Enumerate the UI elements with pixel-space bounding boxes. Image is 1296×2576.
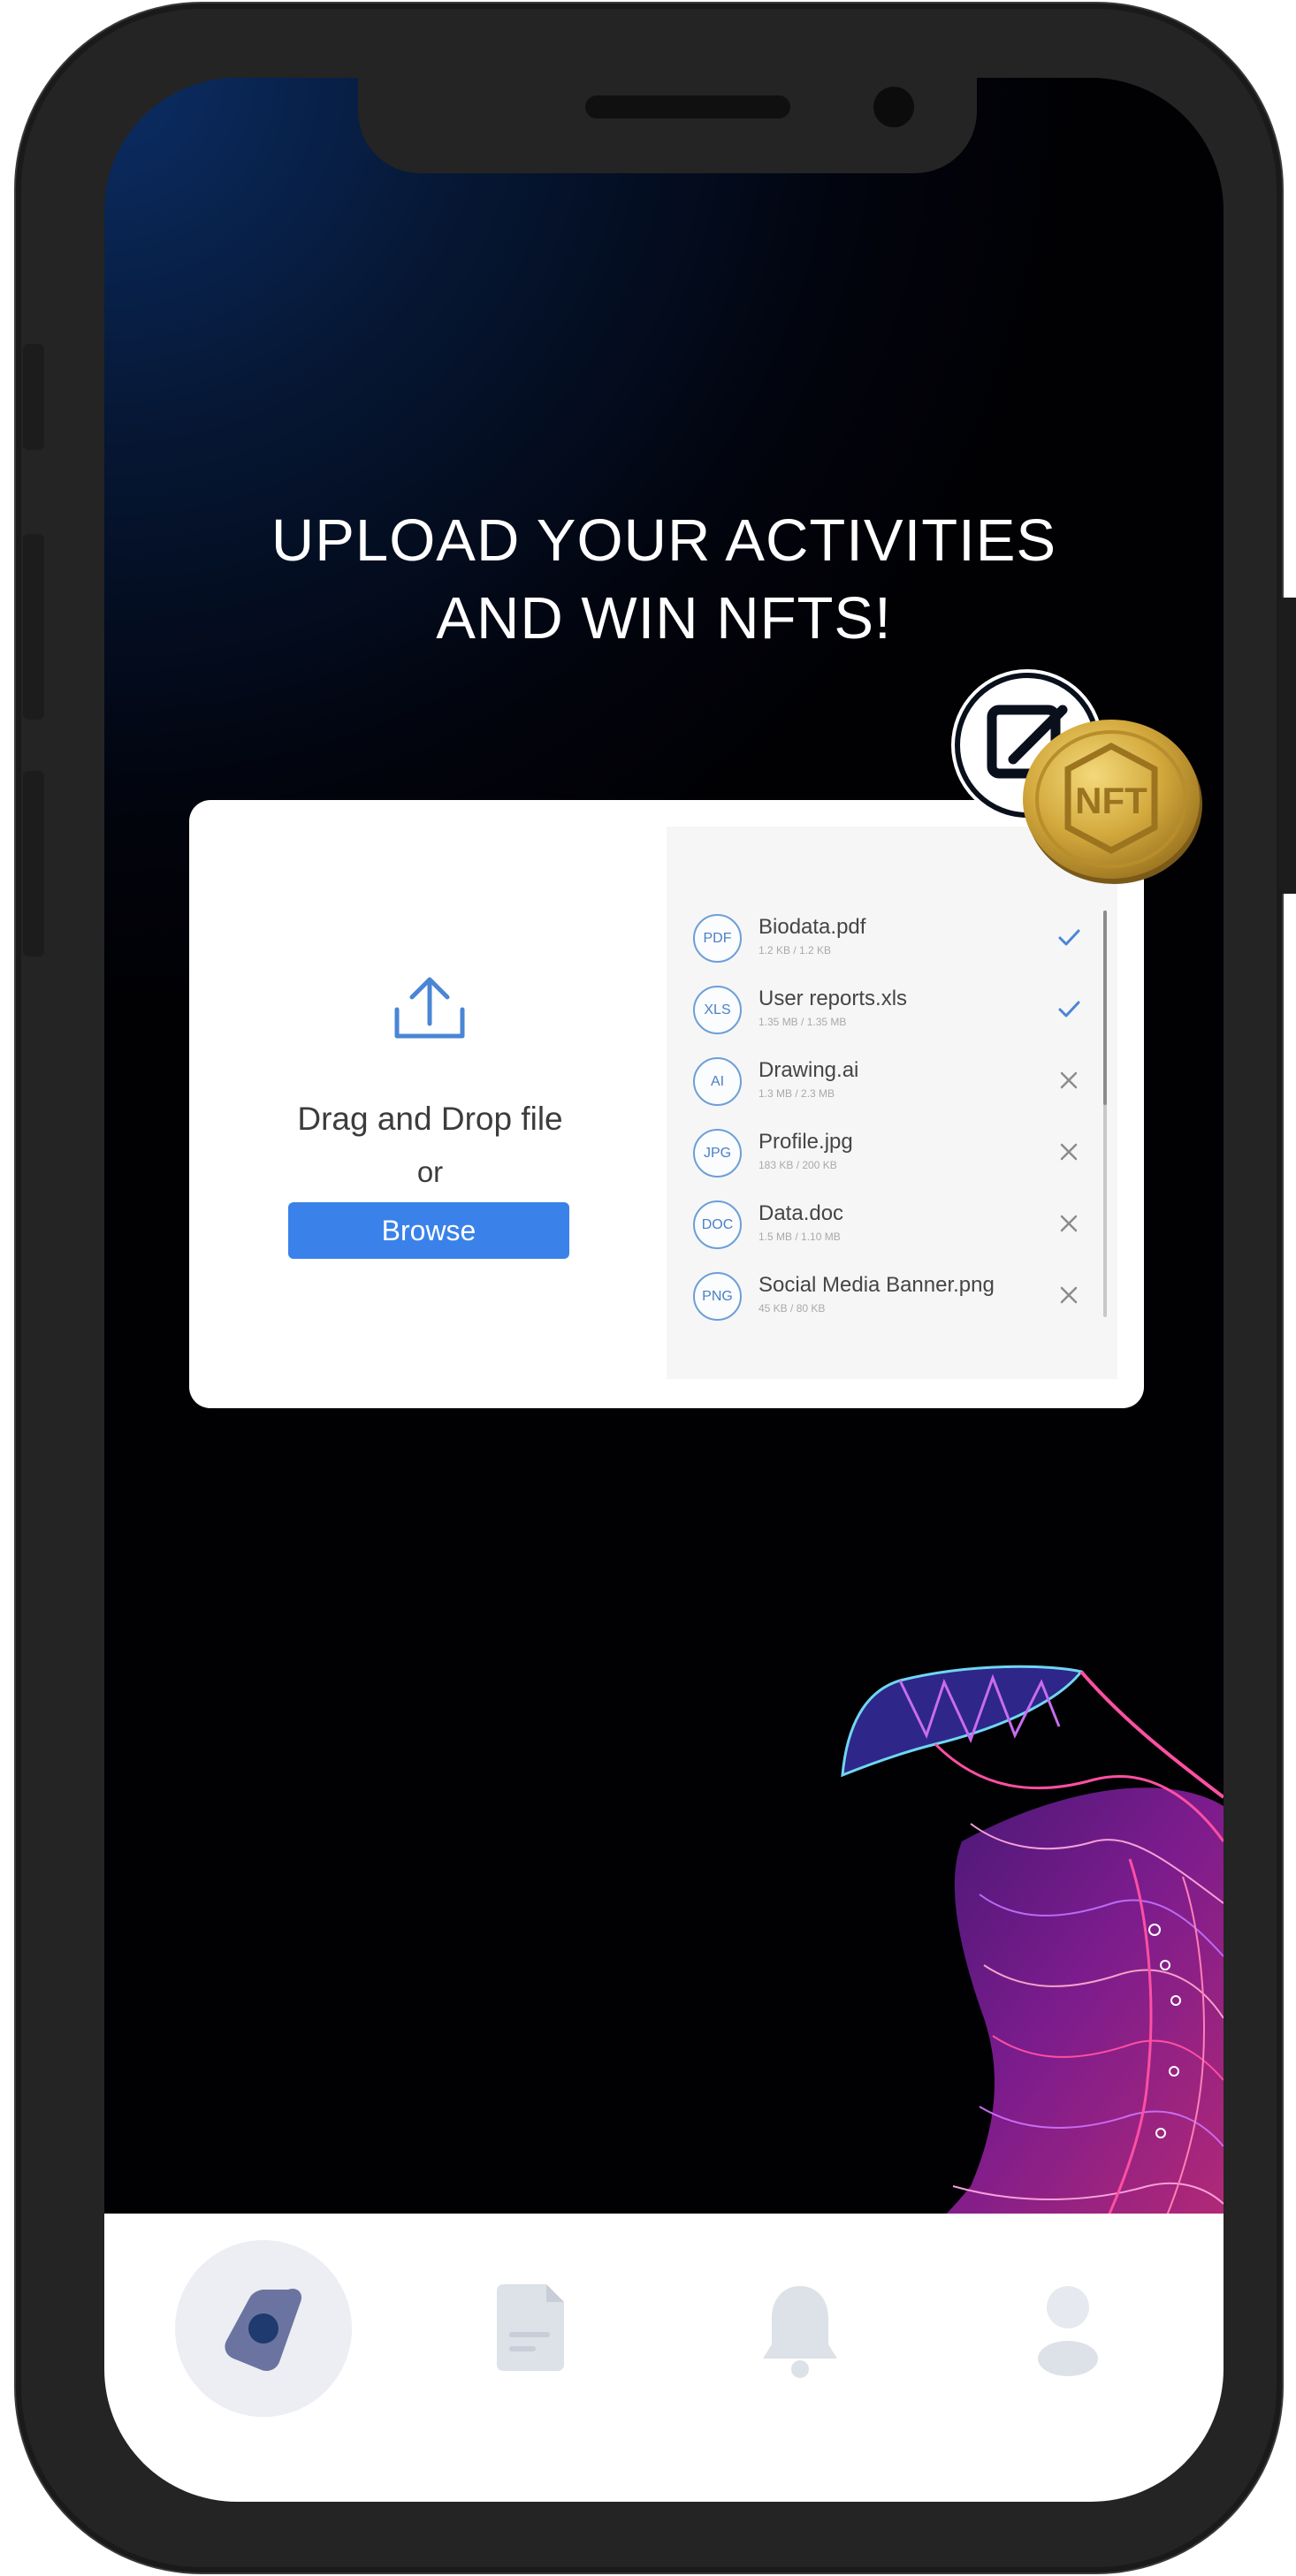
file-row[interactable]: PDF Biodata.pdf 1.2 KB / 1.2 KB — [693, 911, 1082, 972]
front-camera — [873, 87, 914, 127]
file-row[interactable]: PNG Social Media Banner.png 45 KB / 80 K… — [693, 1269, 1082, 1330]
file-type-badge: DOC — [693, 1200, 742, 1249]
close-icon[interactable] — [1056, 1282, 1082, 1308]
profile-icon — [1038, 2286, 1098, 2376]
page-title: UPLOAD YOUR ACTIVITIES AND WIN NFTS! — [104, 502, 1224, 658]
upload-icon[interactable] — [390, 972, 469, 1043]
screen: UPLOAD YOUR ACTIVITIES AND WIN NFTS! Dra… — [104, 78, 1224, 2502]
file-row[interactable]: JPG Profile.jpg 183 KB / 200 KB — [693, 1125, 1082, 1187]
file-type-badge: PNG — [693, 1272, 742, 1321]
mute-switch — [23, 344, 44, 450]
phone-frame: UPLOAD YOUR ACTIVITIES AND WIN NFTS! Dra… — [16, 4, 1296, 2572]
file-type-badge: XLS — [693, 986, 742, 1034]
check-icon — [1058, 929, 1080, 946]
document-icon — [497, 2284, 564, 2371]
file-list: PDF Biodata.pdf 1.2 KB / 1.2 KB XLS User… — [667, 827, 1117, 1379]
file-size: 1.2 KB / 1.2 KB — [759, 944, 832, 956]
file-name: Social Media Banner.png — [759, 1273, 995, 1297]
nav-profile[interactable] — [980, 2240, 1156, 2417]
title-line-2: AND WIN NFTS! — [436, 585, 892, 652]
upload-card: Drag and Drop file or Browse PDF Biodata… — [189, 800, 1144, 1408]
explore-icon — [225, 2288, 302, 2371]
file-size: 1.35 MB / 1.35 MB — [759, 1016, 847, 1028]
file-type-badge: AI — [693, 1057, 742, 1106]
close-icon[interactable] — [1056, 1067, 1082, 1094]
file-name: Data.doc — [759, 1201, 844, 1225]
drag-drop-label: Drag and Drop file — [297, 1101, 563, 1137]
title-line-1: UPLOAD YOUR ACTIVITIES — [271, 507, 1057, 574]
close-icon[interactable] — [1056, 1210, 1082, 1237]
file-type-badge: JPG — [693, 1129, 742, 1177]
vr-head-illustration — [841, 1665, 1224, 2301]
nav-documents[interactable] — [442, 2240, 619, 2417]
coin-text: NFT — [1075, 780, 1147, 821]
volume-down-button — [23, 771, 44, 956]
file-row[interactable]: DOC Data.doc 1.5 MB / 1.10 MB — [693, 1197, 1082, 1259]
file-name: Drawing.ai — [759, 1058, 859, 1082]
file-name: Profile.jpg — [759, 1130, 853, 1154]
file-name: User reports.xls — [759, 987, 908, 1010]
bottom-nav — [104, 2214, 1224, 2502]
browse-button[interactable]: Browse — [288, 1202, 569, 1259]
file-type-badge: PDF — [693, 914, 742, 963]
file-size: 183 KB / 200 KB — [759, 1159, 837, 1171]
file-name: Biodata.pdf — [759, 915, 866, 939]
or-label: or — [416, 1155, 444, 1188]
bell-icon — [763, 2286, 837, 2378]
file-size: 1.3 MB / 2.3 MB — [759, 1087, 835, 1100]
scrollbar-thumb[interactable] — [1103, 911, 1107, 1105]
close-icon[interactable] — [1056, 1139, 1082, 1165]
file-size: 45 KB / 80 KB — [759, 1302, 826, 1315]
file-row[interactable]: XLS User reports.xls 1.35 MB / 1.35 MB — [693, 982, 1082, 1044]
check-icon — [1058, 1001, 1080, 1017]
notch — [358, 78, 977, 173]
nav-notifications[interactable] — [712, 2240, 888, 2417]
file-size: 1.5 MB / 1.10 MB — [759, 1231, 841, 1243]
power-button — [1278, 598, 1296, 894]
file-row[interactable]: AI Drawing.ai 1.3 MB / 2.3 MB — [693, 1054, 1082, 1116]
nav-explore[interactable] — [175, 2240, 352, 2417]
nft-coin-icon: NFT — [1023, 720, 1202, 884]
volume-up-button — [23, 534, 44, 720]
speaker — [585, 95, 790, 118]
